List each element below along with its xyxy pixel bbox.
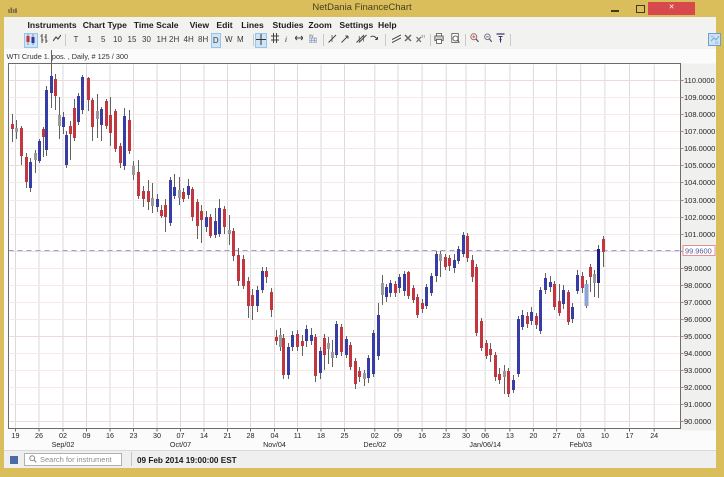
svg-text:110.0000: 110.0000 [684,76,715,85]
svg-text:99.9600: 99.9600 [685,247,712,256]
svg-text:Sep/02: Sep/02 [52,440,75,449]
svg-text:103.0000: 103.0000 [684,196,715,205]
svg-text:101.0000: 101.0000 [684,230,715,239]
svg-text:Feb/03: Feb/03 [570,440,592,449]
svg-text:11: 11 [294,431,301,440]
svg-text:14: 14 [200,431,208,440]
svg-text:24: 24 [650,431,658,440]
svg-text:02: 02 [371,431,379,440]
svg-text:96.0000: 96.0000 [684,315,711,324]
svg-text:94.0000: 94.0000 [684,349,711,358]
svg-text:102.0000: 102.0000 [684,213,715,222]
svg-text:104.0000: 104.0000 [684,178,715,187]
svg-text:90.0000: 90.0000 [684,417,711,426]
svg-text:18: 18 [317,431,325,440]
svg-text:09: 09 [83,431,91,440]
svg-text:106.0000: 106.0000 [684,144,715,153]
svg-text:21: 21 [224,431,232,440]
svg-text:91.0000: 91.0000 [684,400,711,409]
svg-text:20: 20 [529,431,537,440]
svg-text:98.0000: 98.0000 [684,281,711,290]
svg-text:02: 02 [59,431,67,440]
svg-text:95.0000: 95.0000 [684,332,711,341]
svg-text:Nov/04: Nov/04 [263,440,286,449]
svg-text:13: 13 [506,431,514,440]
svg-text:03: 03 [577,431,585,440]
svg-text:105.0000: 105.0000 [684,161,715,170]
svg-text:23: 23 [442,431,450,440]
svg-text:Oct/07: Oct/07 [170,440,191,449]
svg-text:10: 10 [601,431,609,440]
svg-text:23: 23 [130,431,138,440]
svg-text:109.0000: 109.0000 [684,93,715,102]
svg-text:30: 30 [462,431,470,440]
svg-text:28: 28 [247,431,255,440]
svg-text:27: 27 [553,431,561,440]
svg-text:99.0000: 99.0000 [684,264,711,273]
svg-text:30: 30 [153,431,161,440]
svg-text:97.0000: 97.0000 [684,298,711,307]
svg-text:16: 16 [106,431,114,440]
svg-text:107.0000: 107.0000 [684,127,715,136]
svg-text:25: 25 [341,431,349,440]
svg-text:108.0000: 108.0000 [684,110,715,119]
svg-text:04: 04 [271,431,279,440]
svg-text:07: 07 [177,431,185,440]
svg-text:93.0000: 93.0000 [684,366,711,375]
svg-text:09: 09 [394,431,402,440]
svg-text:Dec/02: Dec/02 [363,440,386,449]
svg-text:19: 19 [12,431,20,440]
svg-text:06: 06 [481,431,489,440]
svg-text:Jan/06/14: Jan/06/14 [469,440,501,449]
svg-text:16: 16 [418,431,426,440]
svg-text:17: 17 [626,431,634,440]
svg-text:31: 31 [421,33,425,38]
svg-text:xy: xy [309,33,314,38]
svg-text:26: 26 [35,431,43,440]
svg-text:92.0000: 92.0000 [684,383,711,392]
